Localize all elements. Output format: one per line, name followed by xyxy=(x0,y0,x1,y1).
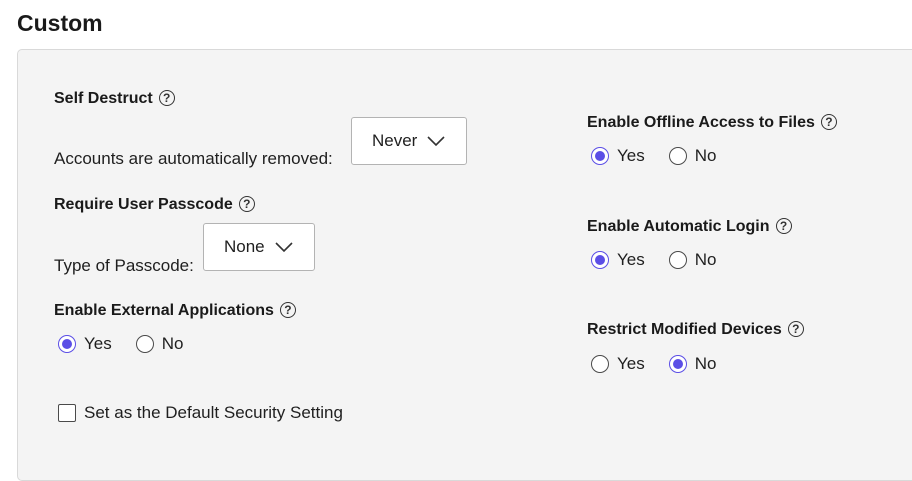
default-setting-row: Set as the Default Security Setting xyxy=(58,403,343,423)
default-setting-checkbox[interactable] xyxy=(58,404,76,422)
automatic-login-no-label[interactable]: No xyxy=(695,250,717,270)
automatic-login-yes-label[interactable]: Yes xyxy=(617,250,645,270)
offline-access-heading: Enable Offline Access to Files? xyxy=(587,114,837,132)
passcode-type-dropdown[interactable]: None xyxy=(203,223,315,271)
help-icon[interactable]: ? xyxy=(787,321,804,337)
external-apps-yes-label[interactable]: Yes xyxy=(84,334,112,354)
chevron-down-icon xyxy=(427,136,445,147)
modified-devices-yes-radio[interactable] xyxy=(591,355,609,373)
external-apps-radio-group: Yes No xyxy=(58,334,207,354)
modified-devices-heading: Restrict Modified Devices? xyxy=(587,321,804,339)
page-title: Custom xyxy=(17,10,103,36)
external-apps-no-label[interactable]: No xyxy=(162,334,184,354)
help-icon[interactable]: ? xyxy=(820,114,837,130)
automatic-login-label: Enable Automatic Login xyxy=(587,218,770,235)
modified-devices-radio-group: Yes No xyxy=(591,354,740,374)
external-apps-no-radio[interactable] xyxy=(135,335,154,353)
automatic-login-radio-group: Yes No xyxy=(591,250,740,270)
offline-access-no-label[interactable]: No xyxy=(695,146,717,166)
help-icon[interactable]: ? xyxy=(238,196,255,212)
external-apps-heading: Enable External Applications? xyxy=(54,302,296,320)
automatic-login-heading: Enable Automatic Login? xyxy=(587,218,792,236)
require-passcode-label: Require User Passcode xyxy=(54,196,233,213)
modified-devices-yes-label[interactable]: Yes xyxy=(617,354,645,374)
passcode-type-value: None xyxy=(224,237,265,256)
automatic-login-no-radio[interactable] xyxy=(668,251,687,269)
default-setting-label[interactable]: Set as the Default Security Setting xyxy=(84,403,343,423)
offline-access-no-radio[interactable] xyxy=(668,147,687,165)
help-icon[interactable]: ? xyxy=(775,218,792,234)
custom-settings-panel: Self Destruct? Accounts are automaticall… xyxy=(17,49,912,481)
chevron-down-icon xyxy=(275,242,293,253)
self-destruct-label: Self Destruct xyxy=(54,90,153,107)
passcode-type-description: Type of Passcode: xyxy=(54,256,194,275)
self-destruct-description: Accounts are automatically removed: xyxy=(54,149,333,168)
self-destruct-value: Never xyxy=(372,131,418,150)
offline-access-yes-radio[interactable] xyxy=(591,147,609,165)
external-apps-label: Enable External Applications xyxy=(54,302,274,319)
self-destruct-heading: Self Destruct? xyxy=(54,90,175,108)
modified-devices-label: Restrict Modified Devices xyxy=(587,321,782,338)
self-destruct-dropdown[interactable]: Never xyxy=(351,117,467,165)
help-icon[interactable]: ? xyxy=(279,302,296,318)
automatic-login-yes-radio[interactable] xyxy=(591,251,609,269)
modified-devices-no-radio[interactable] xyxy=(668,355,687,373)
help-icon[interactable]: ? xyxy=(158,90,175,106)
require-passcode-heading: Require User Passcode? xyxy=(54,196,255,214)
offline-access-label: Enable Offline Access to Files xyxy=(587,114,815,131)
offline-access-radio-group: Yes No xyxy=(591,146,740,166)
modified-devices-no-label[interactable]: No xyxy=(695,354,717,374)
external-apps-yes-radio[interactable] xyxy=(58,335,76,353)
offline-access-yes-label[interactable]: Yes xyxy=(617,146,645,166)
